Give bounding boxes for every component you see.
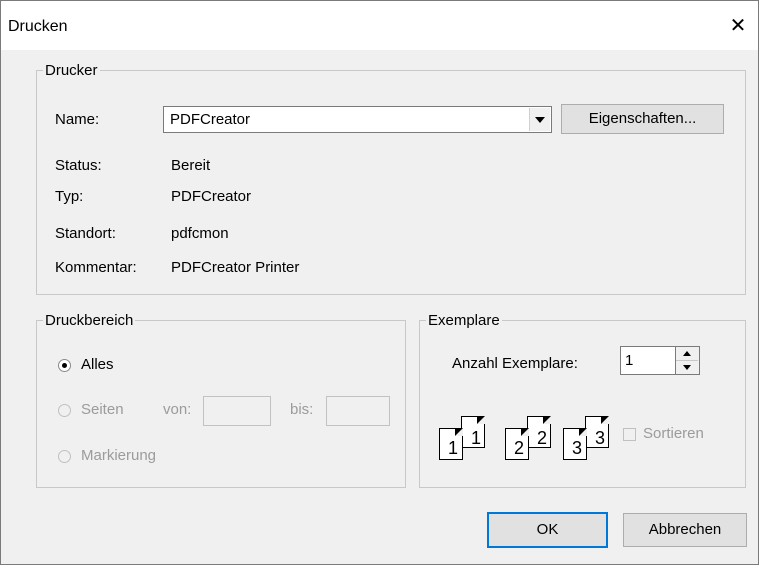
to-label: bis: [290, 401, 314, 418]
close-icon[interactable]: ✕ [726, 14, 750, 38]
copies-group: Exemplare [419, 312, 746, 488]
from-page-input[interactable] [203, 396, 271, 426]
properties-button[interactable]: Eigenschaften... [561, 104, 724, 134]
page-back-number: 2 [537, 428, 548, 448]
page-front-number: 2 [514, 438, 525, 458]
cancel-button[interactable]: Abbrechen [623, 513, 747, 547]
printer-name-value: PDFCreator [170, 111, 251, 128]
from-label: von: [163, 401, 192, 418]
spin-up-icon[interactable] [676, 347, 698, 361]
printer-name-label: Name: [55, 111, 100, 128]
window-title: Drucken [8, 18, 68, 35]
cancel-button-label: Abbrechen [648, 521, 722, 538]
radio-pages[interactable] [58, 404, 71, 417]
page-front-number: 3 [572, 438, 583, 458]
collate-checkbox[interactable] [623, 428, 636, 441]
comment-value: PDFCreator Printer [171, 259, 300, 276]
location-value: pdfcmon [171, 225, 229, 242]
status-label: Status: [55, 157, 102, 174]
collate-label[interactable]: Sortieren [643, 425, 704, 442]
printer-name-combobox[interactable]: PDFCreator [163, 106, 552, 133]
page-front-number: 1 [448, 438, 459, 458]
radio-all-label[interactable]: Alles [81, 356, 114, 373]
copies-legend: Exemplare [428, 312, 500, 329]
copies-count-label: Anzahl Exemplare: [452, 355, 578, 372]
ok-button-label: OK [536, 521, 559, 538]
type-label: Typ: [55, 188, 84, 205]
type-value: PDFCreator [171, 188, 252, 205]
radio-selection-label[interactable]: Markierung [81, 447, 156, 464]
ok-button[interactable]: OK [487, 512, 608, 548]
printer-group: Drucker [36, 62, 746, 295]
copies-spinner[interactable] [676, 346, 700, 375]
chevron-down-icon[interactable] [529, 108, 550, 131]
comment-label: Kommentar: [55, 259, 137, 276]
title-bar: Drucken ✕ [0, 0, 759, 50]
page-back-number: 1 [471, 428, 482, 448]
radio-pages-label[interactable]: Seiten [81, 401, 124, 418]
printer-group-legend: Drucker [45, 62, 98, 79]
copies-count-value: 1 [625, 352, 634, 369]
to-page-input[interactable] [326, 396, 390, 426]
page-back-number: 3 [595, 428, 606, 448]
location-label: Standort: [55, 225, 116, 242]
spin-down-icon[interactable] [676, 361, 698, 374]
properties-button-label: Eigenschaften... [588, 110, 697, 127]
radio-selection[interactable] [58, 450, 71, 463]
print-range-legend: Druckbereich [45, 312, 134, 329]
radio-all[interactable] [58, 359, 71, 372]
status-value: Bereit [171, 157, 211, 174]
copies-count-input[interactable]: 1 [620, 346, 676, 375]
